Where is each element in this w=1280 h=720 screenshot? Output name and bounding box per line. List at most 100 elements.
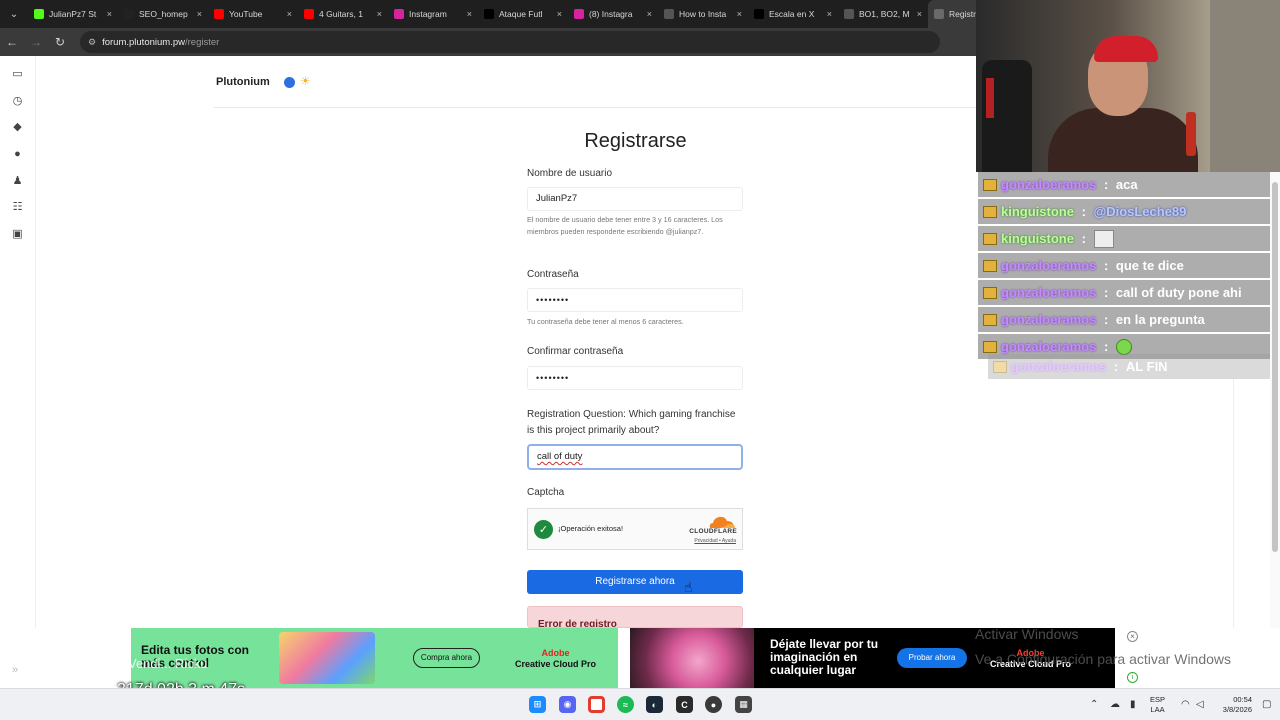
input-language[interactable]: ESP LAA <box>1150 695 1165 715</box>
browser-tab[interactable]: JulianPz7 St × <box>28 0 118 28</box>
chat-separator: : <box>1110 359 1122 374</box>
site-brand[interactable]: Plutonium <box>216 76 270 88</box>
browser-tab[interactable]: (8) Instagra × <box>568 0 658 28</box>
crown-icon <box>983 313 997 326</box>
browser-tab[interactable]: YouTube × <box>208 0 298 28</box>
crown-icon <box>983 286 997 299</box>
chat-message-text: que te dice <box>1115 258 1184 273</box>
tray-chevron-icon[interactable]: ⌃ <box>1090 699 1098 710</box>
steam-icon[interactable]: ◐ <box>646 696 663 713</box>
address-bar[interactable]: ⚙ forum.plutonium.pw/register <box>80 31 940 53</box>
webcam-background <box>1210 0 1280 172</box>
notification-icon[interactable]: ▢ <box>1262 699 1271 710</box>
webcam-overlay <box>976 0 1280 172</box>
volume-icon[interactable]: ◁ <box>1196 699 1204 710</box>
tab-close-icon[interactable]: × <box>197 9 202 19</box>
tab-label: YouTube <box>229 9 263 19</box>
camera-icon[interactable]: ▣ <box>11 227 24 240</box>
tab-close-icon[interactable]: × <box>467 9 472 19</box>
chat-username: gonzaloeramos <box>1011 359 1107 374</box>
browser-tab[interactable]: Escala en X × <box>748 0 838 28</box>
adchoices-icon[interactable]: i <box>1127 672 1138 683</box>
tags-icon[interactable]: ◆ <box>11 120 24 133</box>
chat-separator: : <box>1100 177 1112 192</box>
chat-message: gonzaloeramos : aca <box>978 172 1270 197</box>
obs-icon[interactable]: ● <box>705 696 722 713</box>
start-icon[interactable]: ⊞ <box>529 696 546 713</box>
tray-app-icon[interactable]: ▮ <box>1130 699 1136 710</box>
reload-icon[interactable]: ↻ <box>48 28 72 56</box>
tab-close-icon[interactable]: × <box>737 9 742 19</box>
username-label: Nombre de usuario <box>527 168 613 179</box>
tab-search-icon[interactable]: ⌄ <box>0 0 28 28</box>
tab-close-icon[interactable]: × <box>557 9 562 19</box>
captcha-widget[interactable]: ✓ ¡Operación exitosa! CLOUDFLARE Privaci… <box>527 508 743 550</box>
page-scrollbar[interactable] <box>1270 172 1280 628</box>
url-host: forum.plutonium.pw <box>102 36 185 48</box>
chat-emote-icon <box>1093 229 1114 248</box>
chat-message: kinguistone : <box>978 226 1270 251</box>
captcha-links[interactable]: Privacidad • Ayuda <box>694 538 736 544</box>
ad-left-image <box>279 632 375 684</box>
back-icon[interactable]: ← <box>0 28 24 56</box>
browser-tab[interactable]: SEO_homep × <box>118 0 208 28</box>
error-title: Error de registro <box>538 619 617 628</box>
spotify-icon[interactable]: ≈ <box>617 696 634 713</box>
browser-tab[interactable]: How to Insta × <box>658 0 748 28</box>
webcam-bottle <box>1186 112 1196 156</box>
chat-username: gonzaloeramos <box>1001 258 1097 273</box>
game-icon[interactable]: ▦ <box>735 696 752 713</box>
app-icon[interactable]: C <box>676 696 693 713</box>
popular-icon[interactable]: ● <box>11 147 24 160</box>
inbox-icon[interactable]: ▭ <box>11 67 24 80</box>
groups-icon[interactable]: ☷ <box>11 200 24 213</box>
crown-icon <box>993 360 1007 373</box>
tab-close-icon[interactable]: × <box>377 9 382 19</box>
recent-icon[interactable]: ◷ <box>11 94 24 107</box>
registration-question-field[interactable]: call of duty <box>527 444 743 470</box>
page-title: Registrarse <box>584 130 687 152</box>
browser-tab[interactable]: Instagram × <box>388 0 478 28</box>
taskbar-clock[interactable]: 00:54 3/8/2026 <box>1212 695 1252 715</box>
username-field[interactable]: JulianPz7 <box>527 187 743 211</box>
users-icon[interactable]: ♟ <box>11 174 24 187</box>
close-icon[interactable]: × <box>1127 631 1138 642</box>
expand-icon[interactable]: » <box>12 664 18 676</box>
browser-tab[interactable]: Ataque Futl × <box>478 0 568 28</box>
discord-icon[interactable]: ◉ <box>559 696 576 713</box>
stream-overlay-text: Vendi... Ricku <box>128 656 208 671</box>
chat-username: kinguistone <box>1001 231 1074 246</box>
confirm-password-field[interactable]: •••••••• <box>527 366 743 390</box>
chrome-icon[interactable] <box>588 696 605 713</box>
tab-close-icon[interactable]: × <box>647 9 652 19</box>
site-info-icon[interactable]: ⚙ <box>88 37 96 48</box>
sun-icon[interactable]: ☀ <box>300 75 311 88</box>
forward-icon[interactable]: → <box>24 28 48 56</box>
chat-username: kinguistone <box>1001 204 1074 219</box>
ad-right-button[interactable]: Probar ahora <box>897 648 967 668</box>
tab-close-icon[interactable]: × <box>827 9 832 19</box>
chat-message: gonzaloeramos : AL FIN <box>988 354 1270 379</box>
tab-close-icon[interactable]: × <box>917 9 922 19</box>
password-field[interactable]: •••••••• <box>527 288 743 312</box>
scrollbar-thumb[interactable] <box>1272 182 1278 552</box>
tray-network-icon[interactable]: ☁ <box>1110 699 1120 710</box>
browser-tab[interactable]: BO1, BO2, M × <box>838 0 928 28</box>
chat-username: gonzaloeramos <box>1001 339 1097 354</box>
theme-toggle[interactable] <box>284 77 295 88</box>
windows-taskbar: ⊞ ◉ ≈ ◐ C ● ▦ ⌃ ☁ ▮ ESP LAA ◠ ◁ 00:54 3/… <box>0 688 1280 720</box>
tab-close-icon[interactable]: × <box>287 9 292 19</box>
wifi-icon[interactable]: ◠ <box>1181 699 1190 710</box>
register-button[interactable]: Registrarse ahora <box>527 570 743 594</box>
crown-icon <box>983 259 997 272</box>
right-gutter <box>1233 378 1270 628</box>
tab-close-icon[interactable]: × <box>107 9 112 19</box>
username-hint: El nombre de usuario debe tener entre 3 … <box>527 215 723 236</box>
ad-left-button[interactable]: Compra ahora <box>413 648 480 668</box>
captcha-status: ¡Operación exitosa! <box>558 524 624 533</box>
browser-tab[interactable]: 4 Guitars, 1 × <box>298 0 388 28</box>
windows-activation-subtitle: Ve a Configuración para activar Windows <box>975 651 1232 667</box>
pointer-cursor-icon: ☝ <box>684 579 693 595</box>
chat-message-text: AL FIN <box>1125 359 1168 374</box>
crown-icon <box>983 340 997 353</box>
